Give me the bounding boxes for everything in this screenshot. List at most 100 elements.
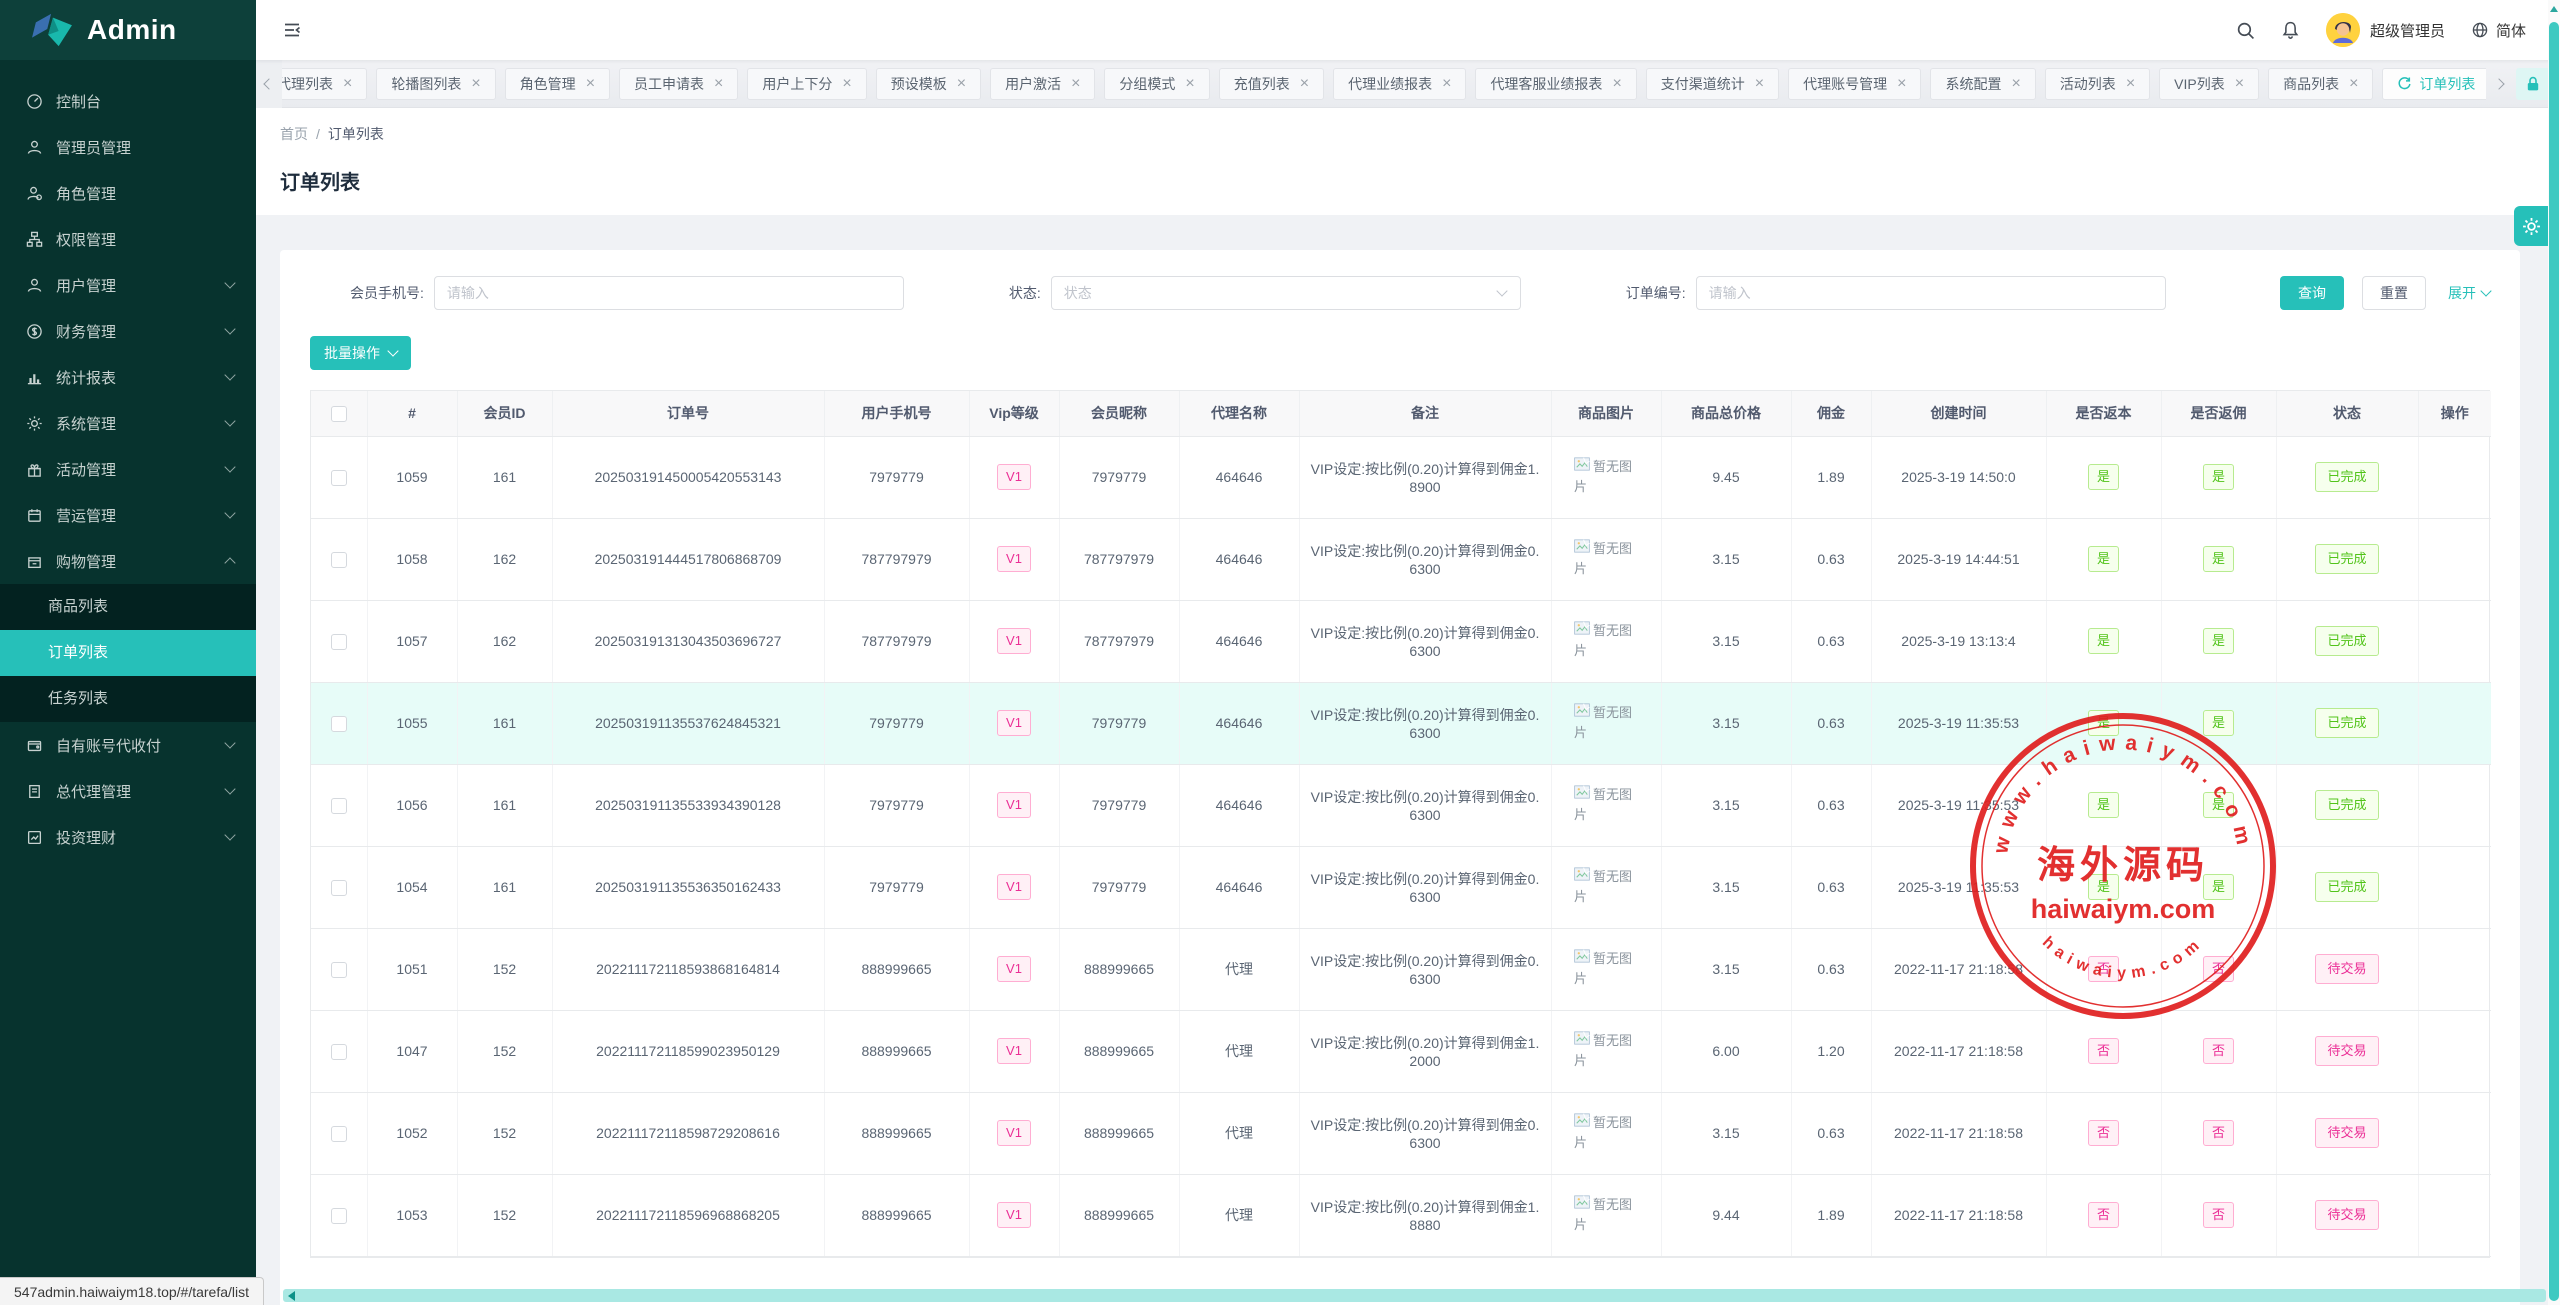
tab-tab-8[interactable]: 分组模式× (1104, 68, 1209, 100)
tab-tab-3[interactable]: 角色管理× (505, 68, 610, 100)
sidebar-subitem-goods-list[interactable]: 商品列表 (0, 584, 256, 630)
tab-tab-1[interactable]: 总代理列表× (282, 68, 367, 100)
tab-tab-4[interactable]: 员工申请表× (619, 68, 738, 100)
close-tab-icon[interactable]: × (1185, 76, 1194, 92)
table-row[interactable]: 10561612025031911355339343901287979779V1… (311, 764, 2491, 846)
table-row[interactable]: 1057162202503191313043503696727787797979… (311, 600, 2491, 682)
row-checkbox[interactable] (331, 880, 347, 896)
refresh-icon[interactable] (2397, 76, 2412, 91)
tab-tab-7[interactable]: 用户激活× (990, 68, 1095, 100)
search-button[interactable]: 查询 (2280, 276, 2344, 310)
close-tab-icon[interactable]: × (1897, 76, 1906, 92)
sidebar-item-shopping[interactable]: 购物管理 (0, 538, 256, 584)
close-tab-icon[interactable]: × (1612, 76, 1621, 92)
close-tab-icon[interactable]: × (842, 76, 851, 92)
sidebar-subitem-task-list[interactable]: 任务列表 (0, 676, 256, 722)
tab-tab-13[interactable]: 代理账号管理× (1788, 68, 1921, 100)
scroll-left-icon[interactable] (288, 1291, 295, 1301)
avatar[interactable] (2326, 13, 2360, 47)
close-tab-icon[interactable]: × (343, 76, 352, 92)
language-switcher[interactable]: 简体 (2471, 20, 2526, 41)
close-tab-icon[interactable]: × (714, 76, 723, 92)
table-row[interactable]: 1047152202211172118599023950129888999665… (311, 1010, 2491, 1092)
breadcrumb-home[interactable]: 首页 (280, 124, 308, 144)
user-menu[interactable]: 超级管理员 (2326, 13, 2445, 47)
sidebar-item-role[interactable]: 角色管理 (0, 170, 256, 216)
sidebar-collapse-icon[interactable] (282, 20, 302, 40)
row-checkbox[interactable] (331, 962, 347, 978)
tab-tab-16[interactable]: VIP列表× (2159, 68, 2259, 100)
sidebar-item-admin[interactable]: 管理员管理 (0, 124, 256, 170)
expand-toggle[interactable]: 展开 (2448, 283, 2490, 303)
row-checkbox[interactable] (331, 634, 347, 650)
sidebar-item-user[interactable]: 用户管理 (0, 262, 256, 308)
close-tab-icon[interactable]: × (2011, 76, 2020, 92)
table-row[interactable]: 1051152202211172118593868164814888999665… (311, 928, 2491, 1010)
column-header-id: # (367, 391, 457, 436)
sidebar-item-report[interactable]: 统计报表 (0, 354, 256, 400)
cell-phone: 7979779 (824, 436, 969, 518)
vertical-scrollbar[interactable] (2548, 0, 2560, 1305)
tab-tab-2[interactable]: 轮播图列表× (376, 68, 495, 100)
close-tab-icon[interactable]: × (957, 76, 966, 92)
table-row[interactable]: 1052152202211172118598729208616888999665… (311, 1092, 2491, 1174)
sidebar-item-operation[interactable]: 营运管理 (0, 492, 256, 538)
table-row[interactable]: 1053152202211172118596968868205888999665… (311, 1174, 2491, 1256)
close-tab-icon[interactable]: × (2349, 76, 2358, 92)
status-filter-select[interactable]: 状态 (1051, 276, 1521, 310)
horizontal-scrollbar[interactable] (283, 1289, 2546, 1302)
row-checkbox[interactable] (331, 552, 347, 568)
close-tab-icon[interactable]: × (1442, 76, 1451, 92)
lock-tabs-button[interactable] (2516, 68, 2550, 100)
close-tab-icon[interactable]: × (2235, 76, 2244, 92)
row-checkbox[interactable] (331, 1044, 347, 1060)
tab-tab-12[interactable]: 支付渠道统计× (1646, 68, 1779, 100)
tab-tab-15[interactable]: 活动列表× (2045, 68, 2150, 100)
close-tab-icon[interactable]: × (471, 76, 480, 92)
tab-tab-17[interactable]: 商品列表× (2268, 68, 2373, 100)
row-checkbox[interactable] (331, 716, 347, 732)
close-tab-icon[interactable]: × (1300, 76, 1309, 92)
sidebar-item-label: 投资理财 (56, 827, 226, 848)
sidebar-item-system[interactable]: 系统管理 (0, 400, 256, 446)
sidebar-item-invest[interactable]: 投资理财 (0, 814, 256, 860)
tab-tab-6[interactable]: 预设模板× (876, 68, 981, 100)
order-filter-input[interactable] (1696, 276, 2166, 310)
sidebar-item-activity[interactable]: 活动管理 (0, 446, 256, 492)
table-row[interactable]: 1058162202503191444517806868709787797979… (311, 518, 2491, 600)
scroll-up-icon[interactable] (2550, 6, 2558, 12)
tabs-scroll-left-icon[interactable] (256, 60, 282, 108)
sidebar-item-general-agent[interactable]: 总代理管理 (0, 768, 256, 814)
close-tab-icon[interactable]: × (586, 76, 595, 92)
tab-tab-5[interactable]: 用户上下分× (747, 68, 866, 100)
tab-tab-10[interactable]: 代理业绩报表× (1333, 68, 1466, 100)
vertical-scroll-thumb[interactable] (2549, 22, 2559, 1301)
tab-tab-18[interactable]: 订单列表× (2382, 68, 2486, 100)
row-checkbox[interactable] (331, 1126, 347, 1142)
close-tab-icon[interactable]: × (2126, 76, 2135, 92)
sidebar-subitem-order-list[interactable]: 订单列表 (0, 630, 256, 676)
sidebar-item-own-account[interactable]: 自有账号代收付 (0, 722, 256, 768)
tab-tab-14[interactable]: 系统配置× (1930, 68, 2035, 100)
notification-bell-icon[interactable] (2281, 20, 2300, 40)
sidebar-item-permission[interactable]: 权限管理 (0, 216, 256, 262)
theme-settings-button[interactable] (2514, 206, 2548, 246)
table-row[interactable]: 10551612025031911355376248453217979779V1… (311, 682, 2491, 764)
tab-tab-11[interactable]: 代理客服业绩报表× (1475, 68, 1636, 100)
row-checkbox[interactable] (331, 470, 347, 486)
close-tab-icon[interactable]: × (1755, 76, 1764, 92)
sidebar-item-finance[interactable]: 财务管理 (0, 308, 256, 354)
select-all-checkbox[interactable] (331, 406, 347, 422)
bulk-actions-button[interactable]: 批量操作 (310, 336, 411, 370)
tab-tab-9[interactable]: 充值列表× (1219, 68, 1324, 100)
phone-filter-input[interactable] (434, 276, 904, 310)
tabs-scroll-right-icon[interactable] (2486, 60, 2512, 108)
sidebar-item-console[interactable]: 控制台 (0, 78, 256, 124)
close-tab-icon[interactable]: × (1071, 76, 1080, 92)
reset-button[interactable]: 重置 (2362, 276, 2426, 310)
row-checkbox[interactable] (331, 1208, 347, 1224)
table-row[interactable]: 10591612025031914500054205531437979779V1… (311, 436, 2491, 518)
table-row[interactable]: 10541612025031911355363501624337979779V1… (311, 846, 2491, 928)
row-checkbox[interactable] (331, 798, 347, 814)
search-icon[interactable] (2236, 21, 2255, 40)
